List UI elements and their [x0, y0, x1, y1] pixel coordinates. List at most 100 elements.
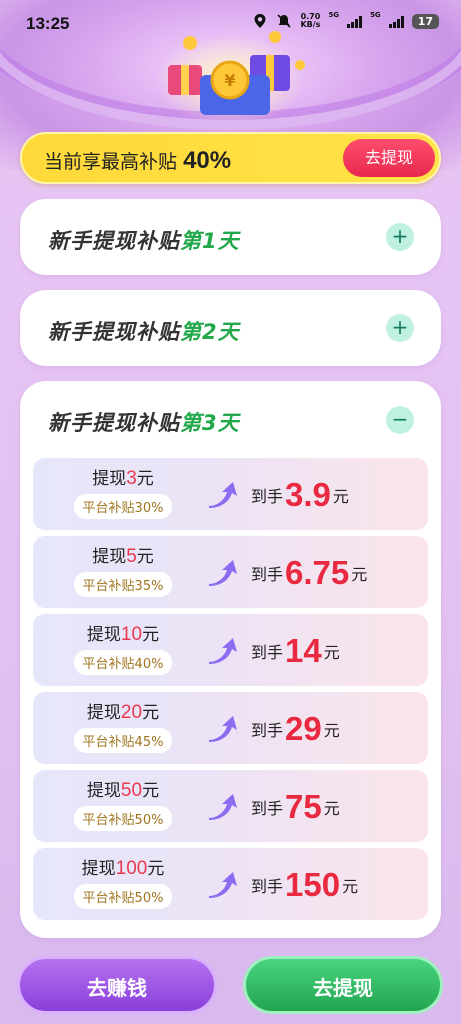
received-unit: 元 [323, 721, 340, 740]
tier-received: 到手150 元 [251, 866, 358, 904]
received-amount: 150 [285, 866, 341, 903]
tier-amount-value: 10 [120, 624, 143, 645]
tier-unit: 元 [142, 703, 160, 723]
status-icons: 0.70 KB/s 5G 5G 17 [252, 11, 439, 29]
day-card-title: 新手提现补贴第1天 [48, 225, 240, 255]
received-unit: 元 [323, 643, 340, 662]
signal-bars-icon [347, 15, 363, 28]
arrow-up-icon [209, 794, 237, 820]
tier-rate-badge: 平台补贴40% [73, 650, 173, 675]
received-unit: 元 [332, 487, 349, 506]
tier-amount-value: 5 [126, 546, 137, 567]
max-subsidy-banner: 当前享最高补贴 40% 去提现 [20, 132, 441, 184]
arrow-up-icon [209, 872, 237, 898]
tier-received: 到手14 元 [251, 632, 340, 670]
battery-indicator: 17 [411, 13, 439, 29]
arrow-up-icon [209, 560, 237, 586]
tier-rate-badge: 平台补贴50% [73, 806, 173, 831]
tier-amount-block: 提现50元 平台补贴50% [63, 776, 183, 831]
tier-prefix: 提现 [92, 547, 127, 567]
signal-bars-icon-2 [388, 15, 404, 28]
arrow-up-icon [209, 482, 237, 508]
day-card-title-text: 新手提现补贴 [48, 320, 180, 344]
tier-amount-block: 提现20元 平台补贴45% [63, 698, 183, 753]
status-bar: 13:25 0.70 KB/s 5G 5G 17 [0, 0, 461, 46]
tier-unit: 元 [136, 469, 154, 489]
withdraw-button[interactable]: 去提现 [243, 956, 443, 1014]
withdraw-tier-row[interactable]: 提现20元 平台补贴45% 到手29 元 [33, 692, 428, 764]
tier-unit: 元 [147, 859, 165, 879]
received-amount: 6.75 [285, 554, 350, 591]
tier-amount-block: 提现100元 平台补贴50% [63, 854, 183, 909]
day-card-title-text: 新手提现补贴 [48, 411, 180, 435]
tier-amount-value: 100 [115, 858, 148, 879]
tier-received: 到手75 元 [251, 788, 340, 826]
day-card-2[interactable]: 新手提现补贴第2天 + [20, 290, 441, 366]
received-unit: 元 [323, 799, 340, 818]
tier-prefix: 提现 [86, 625, 121, 645]
arrow-up-icon [209, 638, 237, 664]
received-amount: 14 [285, 632, 322, 669]
minus-icon[interactable]: − [386, 406, 414, 434]
received-unit: 元 [351, 565, 368, 584]
signal-5g-label-1: 5G [328, 11, 340, 19]
status-time: 13:25 [26, 14, 70, 33]
day-card-3: 新手提现补贴第3天 − 提现3元 平台补贴30% 到手3.9 元 提现5元 平台补… [20, 381, 441, 938]
tier-unit: 元 [142, 625, 160, 645]
tier-rate-badge: 平台补贴45% [73, 728, 173, 753]
received-label: 到手 [251, 487, 284, 506]
tier-rate-badge: 平台补贴30% [73, 494, 173, 519]
tier-prefix: 提现 [81, 859, 116, 879]
tier-amount-block: 提现5元 平台补贴35% [63, 542, 183, 597]
tier-amount-block: 提现3元 平台补贴30% [63, 464, 183, 519]
withdraw-tier-row[interactable]: 提现3元 平台补贴30% 到手3.9 元 [33, 458, 428, 530]
received-amount: 3.9 [285, 476, 331, 513]
arrow-up-icon [209, 716, 237, 742]
tier-amount: 提现3元 [63, 464, 183, 490]
svg-text:¥: ¥ [224, 71, 235, 90]
net-speed-unit: KB/s [300, 20, 321, 29]
location-icon [254, 14, 266, 28]
tier-rate-badge: 平台补贴35% [73, 572, 173, 597]
withdraw-tier-row[interactable]: 提现5元 平台补贴35% 到手6.75 元 [33, 536, 428, 608]
tier-amount-value: 3 [126, 468, 137, 489]
received-label: 到手 [251, 799, 284, 818]
max-subsidy-label: 当前享最高补贴 [44, 151, 178, 173]
received-amount: 75 [285, 788, 322, 825]
tier-amount: 提现5元 [63, 542, 183, 568]
tier-amount: 提现10元 [63, 620, 183, 646]
day-label: 第1天 [180, 229, 240, 253]
day-label: 第2天 [180, 320, 240, 344]
day-label: 第3天 [180, 411, 240, 435]
withdraw-tier-row[interactable]: 提现50元 平台补贴50% 到手75 元 [33, 770, 428, 842]
tier-received: 到手6.75 元 [251, 554, 367, 592]
tier-rate-badge: 平台补贴50% [73, 884, 173, 909]
day-card-title-text: 新手提现补贴 [48, 229, 180, 253]
earn-money-button[interactable]: 去赚钱 [17, 956, 217, 1014]
plus-icon[interactable]: + [386, 314, 414, 342]
day-card-title: 新手提现补贴第2天 [48, 316, 240, 346]
max-subsidy-text: 当前享最高补贴 40% [44, 147, 231, 175]
tier-unit: 元 [142, 781, 160, 801]
tier-amount: 提现20元 [63, 698, 183, 724]
tier-received: 到手29 元 [251, 710, 340, 748]
plus-icon[interactable]: + [386, 223, 414, 251]
withdraw-tier-row[interactable]: 提现100元 平台补贴50% 到手150 元 [33, 848, 428, 920]
banner-withdraw-button[interactable]: 去提现 [343, 139, 435, 177]
max-subsidy-value: 40% [183, 147, 232, 174]
received-label: 到手 [251, 721, 284, 740]
tier-prefix: 提现 [92, 469, 127, 489]
tier-amount-value: 50 [120, 780, 143, 801]
tier-amount-value: 20 [120, 702, 143, 723]
received-label: 到手 [251, 643, 284, 662]
mute-icon [277, 14, 292, 28]
withdraw-tier-row[interactable]: 提现10元 平台补贴40% 到手14 元 [33, 614, 428, 686]
received-amount: 29 [285, 710, 322, 747]
received-unit: 元 [342, 877, 359, 896]
net-speed: 0.70 KB/s [300, 13, 320, 29]
tier-received: 到手3.9 元 [251, 476, 349, 514]
day-card-1[interactable]: 新手提现补贴第1天 + [20, 199, 441, 275]
tier-unit: 元 [136, 547, 154, 567]
tier-amount: 提现100元 [63, 854, 183, 880]
day-card-title: 新手提现补贴第3天 [48, 407, 240, 437]
